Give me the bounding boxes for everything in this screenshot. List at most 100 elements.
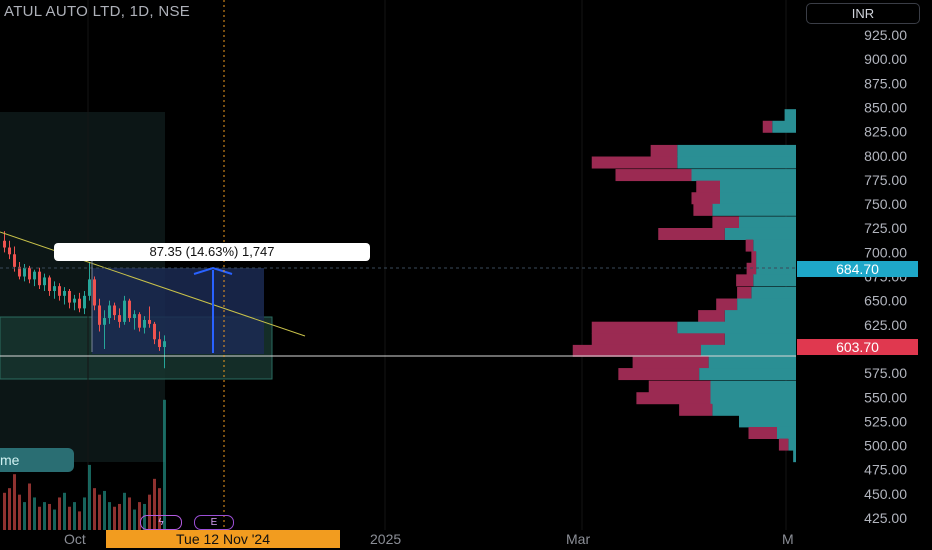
volume-bar <box>8 488 11 530</box>
volume-profile-down-bar <box>748 426 777 439</box>
volume-bar <box>163 399 166 530</box>
candle-body <box>3 240 6 248</box>
price-tick-label: 500.00 <box>864 438 907 454</box>
measure-box <box>92 268 264 354</box>
volume-bar <box>73 502 76 530</box>
volume-bar <box>58 497 61 530</box>
volume-profile-down-bar <box>636 392 711 405</box>
volume-profile-down-bar <box>632 356 709 369</box>
price-tick-label: 475.00 <box>864 462 907 478</box>
price-tick-label: 450.00 <box>864 486 907 502</box>
x-axis-label-oct: Oct <box>64 531 86 547</box>
x-axis-label-2025: 2025 <box>370 531 402 547</box>
volume-bar <box>108 502 111 530</box>
volume-profile-down-bar <box>591 333 725 346</box>
candle-body <box>163 341 166 348</box>
candle-body <box>8 247 11 255</box>
volume-indicator-pill[interactable]: me <box>0 448 74 472</box>
crosshair-date-label: Tue 12 Nov '24 <box>106 530 340 548</box>
candle-body <box>108 305 111 319</box>
volume-profile-down-bar <box>648 380 711 393</box>
volume-profile-up-bar <box>691 169 796 182</box>
volume-profile-down-bar <box>618 368 700 381</box>
candle-body <box>88 279 91 296</box>
volume-profile-up-bar <box>724 227 796 240</box>
candle-body <box>73 298 76 303</box>
candle-body <box>58 286 61 296</box>
volume-profile-up-bar <box>710 392 796 405</box>
candle-body <box>13 254 16 267</box>
volume-profile-down-bar <box>572 344 701 357</box>
volume-profile-up-bar <box>677 321 796 334</box>
candle-body <box>118 315 121 322</box>
volume-profile-down-bar <box>778 438 789 451</box>
volume-profile-up-bar <box>677 156 796 169</box>
price-tick-label: 850.00 <box>864 99 907 115</box>
candle-body <box>43 277 46 286</box>
price-tick-label: 650.00 <box>864 293 907 309</box>
volume-profile-down-bar <box>751 251 757 264</box>
volume-profile-up-bar <box>753 274 796 287</box>
candle-body <box>148 319 151 324</box>
volume-profile-up-bar <box>720 192 796 205</box>
volume-profile-up-bar <box>737 298 796 311</box>
volume-profile-up-bar <box>739 216 796 229</box>
volume-profile-down-bar <box>712 216 739 229</box>
candle-body <box>143 319 146 328</box>
earnings-event-icon[interactable]: E <box>194 515 234 530</box>
volume-bar <box>63 492 66 530</box>
candle-body <box>53 286 56 291</box>
volume-bar <box>123 492 126 530</box>
volume-bar <box>128 497 131 530</box>
candle-body <box>48 277 51 291</box>
price-tick-label: 700.00 <box>864 244 907 260</box>
currency-selector[interactable]: INR <box>806 3 920 24</box>
volume-profile-down-bar <box>745 239 754 252</box>
volume-bar <box>133 509 136 530</box>
volume-profile-up-bar <box>710 380 796 393</box>
candle-body <box>158 339 161 348</box>
price-tick-label: 875.00 <box>864 75 907 91</box>
volume-bar <box>93 488 96 530</box>
volume-profile-up-bar <box>712 203 796 216</box>
price-tick-label: 900.00 <box>864 51 907 67</box>
volume-profile-up-bar <box>788 438 796 451</box>
price-tick-label: 925.00 <box>864 27 907 43</box>
candle-body <box>78 298 81 309</box>
candle-body <box>103 318 106 325</box>
volume-profile-down-bar <box>737 286 752 299</box>
candle-body <box>68 290 71 303</box>
volume-bar <box>38 506 41 530</box>
price-tick-label: 550.00 <box>864 389 907 405</box>
lightning-event-icon[interactable]: ϟ <box>140 515 182 530</box>
candle-body <box>93 279 96 306</box>
volume-bar <box>3 492 6 530</box>
volume-bar <box>28 483 31 530</box>
symbol-title[interactable]: ATUL AUTO LTD, 1D, NSE <box>4 3 190 20</box>
volume-bar <box>68 506 71 530</box>
candle-body <box>83 295 86 309</box>
candle-body <box>23 267 26 277</box>
volume-profile-up-bar <box>772 120 796 133</box>
candle-body <box>123 300 126 322</box>
volume-profile-up-bar <box>699 368 796 381</box>
candle-body <box>133 314 136 319</box>
volume-profile-up-bar <box>756 251 796 264</box>
volume-profile-up-bar <box>724 333 796 346</box>
price-tick-label: 725.00 <box>864 220 907 236</box>
volume-profile-up-bar <box>724 310 796 323</box>
price-tick-label: 800.00 <box>864 148 907 164</box>
price-chart[interactable]: 925.00 900.00 875.00 850.00 825.00 800.00 775.… <box>0 0 932 550</box>
volume-bar <box>78 511 81 530</box>
volume-bar <box>103 490 106 530</box>
volume-profile-up-bar <box>708 356 796 369</box>
volume-profile-down-bar <box>650 144 678 157</box>
candle-body <box>153 323 156 340</box>
last-price-tag: 603.70 <box>797 339 918 355</box>
volume-profile-down-bar <box>693 203 713 216</box>
volume-bar <box>113 506 116 530</box>
volume-profile-down-bar <box>762 120 773 133</box>
volume-profile-up-bar <box>784 109 796 122</box>
volume-bar <box>43 502 46 530</box>
price-tick-label: 750.00 <box>864 196 907 212</box>
